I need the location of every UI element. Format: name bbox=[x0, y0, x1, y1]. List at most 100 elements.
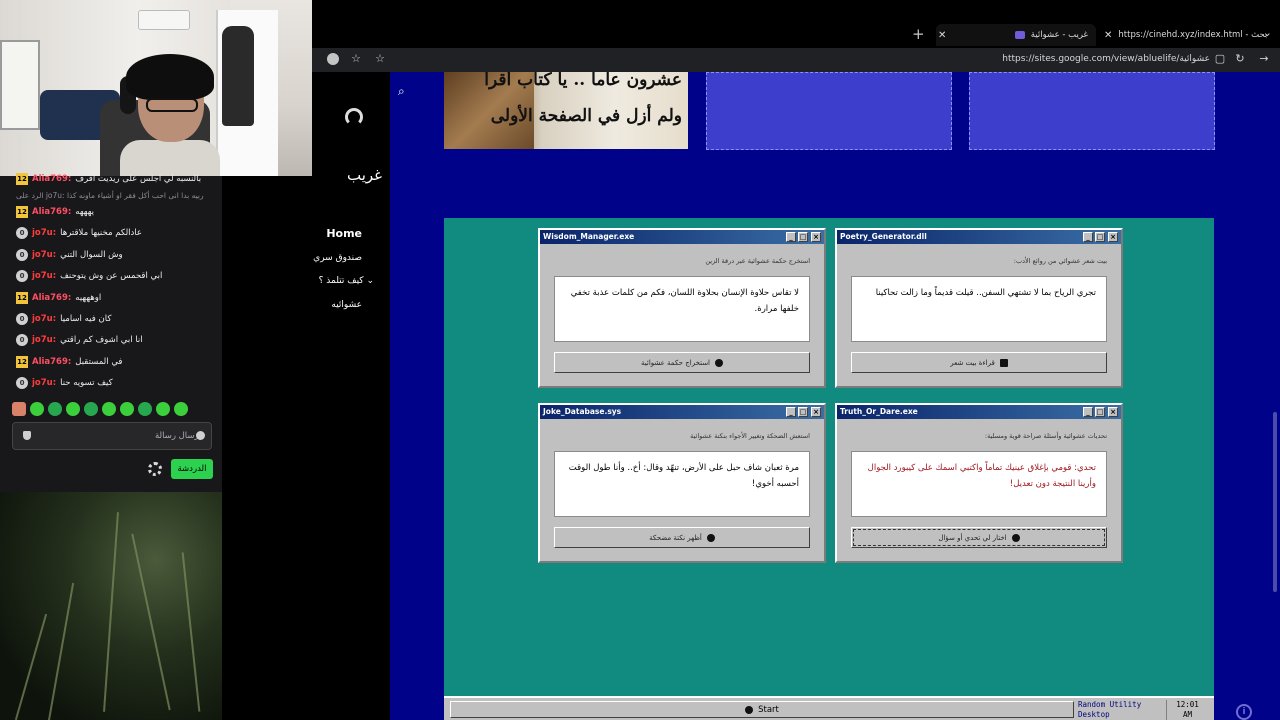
wisdom-window: Wisdom_Manager.exe _ □ × استخرج حكمة عشو… bbox=[538, 228, 826, 388]
chat-username[interactable]: Alia769: bbox=[32, 174, 71, 184]
window-output: مرة ثعبان شاف حبل على الأرض، تنهّد وقال:… bbox=[554, 451, 810, 517]
joke-window: Joke_Database.sys _ □ × استعش الضحكة وتغ… bbox=[538, 403, 826, 563]
forward-arrow-icon[interactable]: → bbox=[1258, 53, 1270, 65]
info-icon[interactable]: i bbox=[1236, 704, 1252, 720]
tab-inactive[interactable]: ✕ https://cinehd.xyz/index.html - بحث bbox=[1100, 24, 1267, 46]
chat-text: في المستقبل bbox=[75, 356, 123, 367]
chat-username[interactable]: jo7u: bbox=[32, 314, 56, 324]
emote-icon[interactable] bbox=[30, 402, 44, 416]
close-icon[interactable]: × bbox=[811, 232, 821, 242]
window-output: تحدي: قومي بإغلاق عينيك تماماً واكتبي اس… bbox=[851, 451, 1107, 517]
profile-avatar-icon[interactable] bbox=[327, 53, 339, 65]
sub-badge: 12 bbox=[16, 206, 28, 218]
wisdom-button[interactable]: استخراج حكمة عشوائية bbox=[554, 352, 810, 373]
emote-icon[interactable] bbox=[102, 402, 116, 416]
chat-text: كان فيه اساميا bbox=[60, 314, 112, 324]
emote-bar[interactable] bbox=[12, 402, 188, 416]
maximize-icon[interactable]: □ bbox=[1095, 407, 1105, 417]
url-field[interactable]: https://sites.google.com/view/abluelife/… bbox=[1002, 54, 1210, 64]
chat-username[interactable]: Alia769: bbox=[32, 293, 71, 303]
lock-icon[interactable]: ▢ bbox=[1214, 53, 1226, 65]
emote-icon[interactable] bbox=[120, 402, 134, 416]
tab-label: https://cinehd.xyz/index.html - بحث bbox=[1118, 30, 1268, 40]
chat-text: كيف تسويه حنا bbox=[60, 378, 113, 389]
site-logo-icon[interactable] bbox=[345, 108, 363, 126]
chat-input[interactable]: إرسال رسالة bbox=[12, 422, 212, 450]
sub-badge: 0 bbox=[16, 270, 28, 283]
banner-text-bottom: ولم أزل في الصفحة الأولى bbox=[490, 106, 682, 126]
clock-ampm: AM bbox=[1182, 710, 1193, 719]
minimize-icon[interactable]: _ bbox=[1083, 407, 1093, 417]
close-icon[interactable]: × bbox=[1108, 232, 1118, 242]
emote-icon[interactable] bbox=[84, 402, 98, 416]
chat-send-button[interactable]: الدردشة bbox=[171, 459, 213, 479]
start-button[interactable]: Start bbox=[450, 701, 1074, 718]
chat-text: يهههه bbox=[75, 207, 94, 217]
chat-message: 12 Alia769: في المستقبل bbox=[16, 353, 214, 371]
chat-text: عادالكم مخنيها ملاقترها bbox=[60, 228, 142, 239]
chat-username[interactable]: jo7u: bbox=[32, 335, 56, 345]
joke-button[interactable]: أظهر نكتة مضحكة bbox=[554, 527, 810, 548]
emote-icon[interactable] bbox=[12, 402, 26, 416]
emoji-icon[interactable] bbox=[196, 431, 205, 440]
new-tab-icon[interactable]: + bbox=[912, 25, 925, 43]
scrollbar[interactable] bbox=[1270, 72, 1280, 720]
chat-username[interactable]: Alia769: bbox=[32, 357, 71, 367]
chat-text: وش السوال التني bbox=[60, 249, 123, 260]
reply-preview: الرد على jo7u: ربيه بدا انى احب أكل فقر … bbox=[16, 191, 204, 200]
chat-username[interactable]: jo7u: bbox=[32, 271, 56, 281]
minimize-icon[interactable]: _ bbox=[786, 232, 796, 242]
nav-how-to-learn[interactable]: كيف تتلمذ ؟ ⌄ bbox=[284, 276, 374, 286]
chat-username[interactable]: jo7u: bbox=[32, 250, 56, 260]
chat-message: 0 jo7u: انا ابي اشوف كم راقتي bbox=[16, 331, 214, 349]
star-icon[interactable]: ☆ bbox=[374, 53, 386, 65]
bookmark-star-icon[interactable]: ☆ bbox=[350, 53, 362, 65]
sub-badge: 12 bbox=[16, 355, 28, 368]
gear-icon[interactable] bbox=[148, 462, 162, 476]
nav-secret-box[interactable]: صندوق سري bbox=[272, 253, 362, 263]
tab-label: غريب - عشوائية bbox=[1030, 30, 1088, 40]
chat-username[interactable]: jo7u: bbox=[32, 378, 56, 388]
tab-close-icon[interactable]: ✕ bbox=[938, 24, 946, 46]
sub-badge: 12 bbox=[16, 291, 28, 304]
search-icon[interactable]: ⌕ bbox=[398, 84, 410, 98]
emote-icon[interactable] bbox=[174, 402, 188, 416]
tab-list-chevron-icon[interactable]: ⌄ bbox=[1263, 26, 1272, 39]
scroll-thumb[interactable] bbox=[1273, 412, 1277, 592]
chat-username[interactable]: jo7u: bbox=[32, 228, 56, 238]
minimize-icon[interactable]: _ bbox=[786, 407, 796, 417]
shield-icon[interactable] bbox=[23, 431, 31, 440]
tab-active[interactable]: غريب - عشوائية bbox=[936, 24, 1096, 46]
close-icon[interactable]: × bbox=[1108, 407, 1118, 417]
chat-username[interactable]: Alia769: bbox=[32, 207, 71, 217]
button-icon bbox=[706, 533, 715, 542]
nav-home[interactable]: Home bbox=[272, 227, 362, 240]
close-icon[interactable]: × bbox=[811, 407, 821, 417]
taskbar-app-label[interactable]: Random Utility Desktop bbox=[1078, 700, 1170, 720]
minimize-icon[interactable]: _ bbox=[1083, 232, 1093, 242]
maximize-icon[interactable]: □ bbox=[798, 232, 808, 242]
truth-or-dare-window: Truth_Or_Dare.exe _ □ × تحديات عشوائية و… bbox=[835, 403, 1123, 563]
nav-random[interactable]: عشوائيه bbox=[272, 300, 362, 310]
emote-icon[interactable] bbox=[48, 402, 62, 416]
truth-or-dare-button[interactable]: اختار لي تحدي أو سؤال bbox=[851, 527, 1107, 548]
tab-close-icon[interactable]: ✕ bbox=[1104, 30, 1112, 41]
poetry-button[interactable]: قراءة بيت شعر bbox=[851, 352, 1107, 373]
maximize-icon[interactable]: □ bbox=[798, 407, 808, 417]
nav-label: كيف تتلمذ ؟ bbox=[318, 276, 364, 286]
emote-icon[interactable] bbox=[138, 402, 152, 416]
emote-icon[interactable] bbox=[156, 402, 170, 416]
chevron-down-icon[interactable]: ⌄ bbox=[366, 276, 374, 286]
emote-icon[interactable] bbox=[66, 402, 80, 416]
chat-message: 12 Alia769: يهههه bbox=[16, 203, 214, 221]
window-title: Truth_Or_Dare.exe bbox=[837, 405, 1121, 419]
image-placeholder bbox=[969, 72, 1215, 150]
button-label: أظهر نكتة مضحكة bbox=[649, 533, 702, 542]
site-title[interactable]: غريب bbox=[312, 166, 382, 184]
reload-icon[interactable]: ↻ bbox=[1234, 53, 1246, 65]
app-label-line: Desktop bbox=[1078, 710, 1110, 719]
button-icon bbox=[715, 358, 724, 367]
window-title: Joke_Database.sys bbox=[540, 405, 824, 419]
banner-text-top: عشرون عاما .. يا كتاب أقرأ bbox=[484, 72, 682, 90]
maximize-icon[interactable]: □ bbox=[1095, 232, 1105, 242]
